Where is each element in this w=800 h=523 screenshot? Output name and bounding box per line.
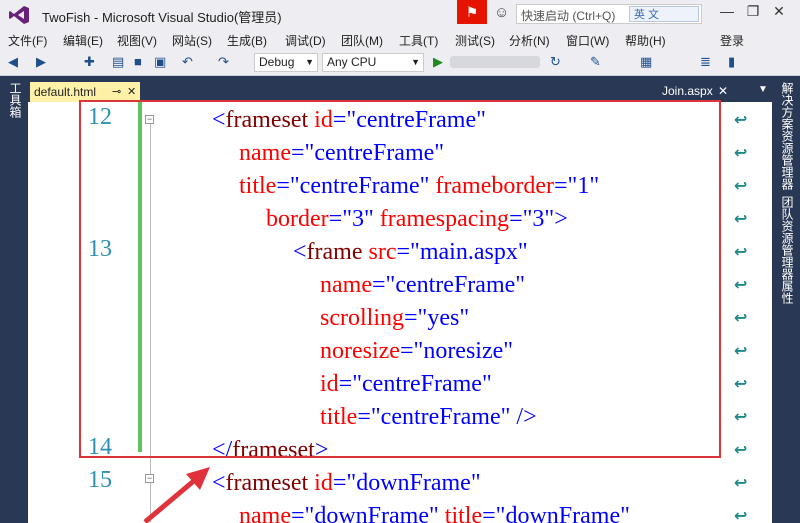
new-project-icon[interactable]: ✚ xyxy=(84,54,95,70)
right-tool-strip: 解决方案资源管理器 团队资源管理器 属性 xyxy=(772,76,800,523)
open-file-icon[interactable]: ▤ xyxy=(112,54,124,70)
word-wrap-icon: ↩ xyxy=(734,508,748,523)
window-title: TwoFish - Microsoft Visual Studio(管理员) xyxy=(42,10,282,25)
undo-icon[interactable]: ↶ xyxy=(182,54,193,70)
refresh-icon[interactable]: ↻ xyxy=(550,54,561,70)
code-token: title xyxy=(444,503,483,523)
word-wrap-icon: ↩ xyxy=(734,475,748,492)
left-tool-strip: 工具箱 xyxy=(0,76,28,523)
forward-icon[interactable]: ▶ xyxy=(36,54,46,70)
feedback-icon[interactable]: ☺ xyxy=(494,4,509,21)
bookmark-flag-icon[interactable]: ▮ xyxy=(728,54,735,70)
menu-debug[interactable]: 调试(D) xyxy=(285,32,326,49)
menu-view[interactable]: 视图(V) xyxy=(117,32,157,49)
tab-join-aspx[interactable]: Join.aspx xyxy=(662,84,713,98)
code-token: = xyxy=(290,503,305,523)
menu-website[interactable]: 网站(S) xyxy=(172,32,212,49)
solution-explorer-tab[interactable]: 解决方案资源管理器 xyxy=(779,82,796,190)
word-wrap-icon: ↩ xyxy=(734,112,748,129)
code-token: id xyxy=(314,470,333,496)
ime-indicator: 英 文 xyxy=(629,6,699,22)
redacted-browser-target xyxy=(450,56,540,68)
configuration-select[interactable]: Debug ▼ xyxy=(254,53,318,72)
word-wrap-icon: ↩ xyxy=(734,442,748,459)
code-token: frameset xyxy=(225,470,309,496)
word-wrap-icon: ↩ xyxy=(734,211,748,228)
menu-file[interactable]: 文件(F) xyxy=(8,32,47,49)
menu-tools[interactable]: 工具(T) xyxy=(399,32,438,49)
word-wrap-icon: ↩ xyxy=(734,145,748,162)
code-line: <frameset id="downFrame" xyxy=(212,467,481,499)
redo-icon[interactable]: ↷ xyxy=(218,54,229,70)
tab-default-html[interactable]: default.html ⊸ ✕ xyxy=(30,82,140,102)
word-wrap-icon: ↩ xyxy=(734,244,748,261)
start-debugging-icon[interactable]: ▶ xyxy=(433,54,443,70)
word-wrap-icon: ↩ xyxy=(734,376,748,393)
menu-window[interactable]: 窗口(W) xyxy=(566,32,609,49)
code-token: "downFrame" xyxy=(304,503,439,523)
code-token: = xyxy=(482,503,496,523)
toolbox-tab[interactable]: 工具箱 xyxy=(7,82,24,118)
highlight-box xyxy=(79,100,721,458)
notification-flag-icon[interactable]: ⚑ xyxy=(457,0,487,24)
save-icon[interactable]: ■ xyxy=(134,54,142,69)
save-all-icon[interactable]: ▣ xyxy=(154,54,166,70)
quick-launch-input[interactable]: 快速启动 (Ctrl+Q) 英 文 xyxy=(516,4,702,24)
line-number: 15 xyxy=(88,467,112,493)
visual-studio-logo-icon xyxy=(9,6,29,24)
word-wrap-icon: ↩ xyxy=(734,277,748,294)
back-icon[interactable]: ◀ xyxy=(8,54,18,70)
properties-tab[interactable]: 属性 xyxy=(779,280,796,304)
login-link[interactable]: 登录 xyxy=(720,32,744,49)
word-wrap-icon: ↩ xyxy=(734,343,748,360)
menu-build[interactable]: 生成(B) xyxy=(227,32,267,49)
title-bar: TwoFish - Microsoft Visual Studio(管理员) ⚑… xyxy=(0,0,800,30)
bookmark-icon[interactable]: ✎ xyxy=(590,54,601,70)
code-token: = xyxy=(332,470,347,496)
chevron-down-icon[interactable]: ▼ xyxy=(758,84,768,95)
menu-analyze[interactable]: 分析(N) xyxy=(509,32,550,49)
close-icon[interactable]: ✕ xyxy=(127,82,136,102)
close-icon[interactable]: ✕ xyxy=(718,84,728,98)
menu-test[interactable]: 测试(S) xyxy=(455,32,495,49)
minimize-icon[interactable]: — xyxy=(716,3,738,19)
word-wrap-icon: ↩ xyxy=(734,310,748,327)
pin-icon[interactable]: ⊸ xyxy=(112,82,121,102)
document-tab-row: default.html ⊸ ✕ Join.aspx ✕ ▼ xyxy=(28,82,772,102)
code-line: name="downFrame" title="downFrame" xyxy=(239,500,630,523)
chevron-down-icon: ▼ xyxy=(411,57,420,67)
menu-help[interactable]: 帮助(H) xyxy=(625,32,666,49)
maximize-icon[interactable]: ❐ xyxy=(742,3,764,20)
annotation-arrow-icon xyxy=(143,467,210,523)
word-wrap-icon: ↩ xyxy=(734,409,748,426)
platform-select[interactable]: Any CPU ▼ xyxy=(322,53,424,72)
close-icon[interactable]: ✕ xyxy=(768,3,790,20)
chevron-down-icon: ▼ xyxy=(305,57,314,67)
menu-edit[interactable]: 编辑(E) xyxy=(63,32,103,49)
word-wrap-icon: ↩ xyxy=(734,178,748,195)
code-token: "downFrame" xyxy=(495,503,630,523)
standard-toolbar: ◀ ▶ ✚ ▤ ■ ▣ ↶ ↷ Debug ▼ Any CPU ▼ ▶ ↻ ✎ ▦ … xyxy=(0,50,800,76)
menu-bar: 文件(F) 编辑(E) 视图(V) 网站(S) 生成(B) 调试(D) 团队(M… xyxy=(0,30,800,50)
team-explorer-tab[interactable]: 团队资源管理器 xyxy=(779,196,796,280)
code-token: "downFrame" xyxy=(346,470,481,496)
code-token: name xyxy=(239,503,291,523)
toolbar-icon[interactable]: ▦ xyxy=(640,54,652,70)
menu-team[interactable]: 团队(M) xyxy=(341,32,383,49)
toolbar-icon[interactable]: ≣ xyxy=(700,54,711,70)
